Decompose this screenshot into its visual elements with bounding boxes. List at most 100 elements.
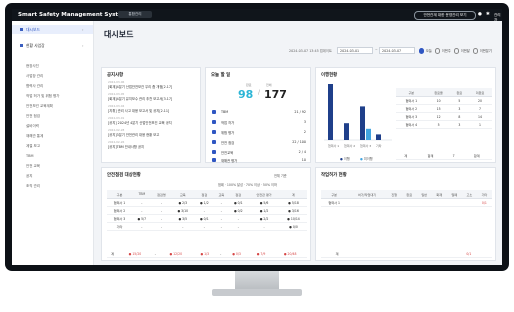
radio-label: 오늘 — [425, 49, 432, 53]
safety-total: 계 ● 15/20- ● 12/20 ● 1/3- ● 0/3 ● 7/9 ● 20/48 — [107, 250, 307, 258]
monitor-stand — [235, 271, 279, 291]
col-header: 구분 — [396, 88, 427, 97]
cell: 기타 — [107, 222, 132, 231]
table-row[interactable]: 협력사 2- - ● 3/10- - ● 0/2 ● 1/2 ● 3/16 — [107, 206, 307, 215]
notice-item[interactable]: 2024-02-28 [공지]3분기 안전관리 대응 현황 보고 — [108, 128, 159, 137]
today-row[interactable]: 안전 점검 22 / 100 — [212, 138, 306, 148]
sidebar-subitem[interactable]: 재해관 통계 — [26, 134, 43, 139]
table-row[interactable]: 협력사 2 15 3 7 — [396, 104, 492, 113]
notice-item[interactable]: 2024-03-06 [회계]4분기 산업안전보건 우리 좀 개정[2.17] — [108, 80, 172, 89]
cell — [366, 250, 380, 258]
date-from-input[interactable]: 2024-03-01 — [337, 47, 373, 54]
sidebar-subitem[interactable]: 현장사진 — [26, 64, 39, 69]
date-separator: ~ — [375, 48, 378, 52]
cell: - — [151, 222, 172, 231]
safety-card: 안전점검 대상현황 전체 기준 범례 · 100% 달성 · 70% 이상 · … — [101, 167, 311, 261]
sidebar-subitem[interactable]: 계절 보고 — [26, 144, 40, 149]
sidebar-subitem[interactable]: 작업 허가 및 위험 평가 — [26, 94, 59, 99]
bar[interactable] — [328, 84, 333, 140]
table-row[interactable]: 협력사 1 10 5 20 — [396, 96, 492, 105]
table-row[interactable]: 기타 - - - - - - - ● 0/0 — [107, 222, 307, 231]
sidebar-subitem[interactable]: 안전 점검 — [26, 114, 40, 119]
cell — [406, 250, 420, 258]
cell: ● 5/6 — [248, 198, 280, 207]
bar[interactable] — [366, 128, 371, 140]
notice-item[interactable]: 2024-03-04 [지휘] 관리 사고 대응 보고서 및 공지[2.11] — [108, 104, 169, 113]
today-row[interactable]: TBM 21 / 92 — [212, 108, 306, 118]
x-tick-label: 협력사 3 — [360, 143, 371, 148]
bar[interactable] — [344, 123, 349, 140]
notice-item[interactable]: 2024-03-05 [회계]4분기 유지보수 관리 추천 보고서[3.17] — [108, 92, 172, 101]
cell: - — [228, 214, 249, 223]
compliance-total: 계 합계 7 합계 — [396, 152, 492, 160]
cell: 협력사 4 — [396, 120, 427, 129]
total-row: 계 합계 7 합계 — [396, 152, 492, 160]
table-row[interactable]: 협력사 4531 — [396, 120, 492, 129]
col-header: 구분 — [321, 190, 348, 199]
bar[interactable] — [376, 134, 381, 140]
sidebar-subitem[interactable]: 공지 — [26, 174, 32, 179]
cell: - — [217, 250, 225, 258]
row-label: 재해관 평가 — [221, 159, 238, 163]
today-row[interactable]: 위험 평가 2 — [212, 128, 306, 138]
row-value: 10 — [301, 158, 306, 162]
notice-item[interactable]: 2024-03-01 [공지] 2024년 4분기 산업안전보건 교육 공지 — [108, 116, 172, 125]
col-header: 교육 — [214, 190, 229, 199]
chart-card: 이행현황 협력사 1 협력사 2 협력사 3 기타 ● 이행 ● 미이행 구분 완료율… — [315, 67, 496, 163]
sidebar-subitem[interactable]: 안전보건 교육계획 — [26, 104, 53, 109]
date-to-input[interactable]: 2024-03-07 — [379, 47, 415, 54]
table-row[interactable]: 협력사 3 ● 5/7- ● 3/5 ● 0/1- - ● 2/2 ● 10/14 — [107, 214, 307, 223]
bar[interactable] — [360, 106, 365, 140]
cell: 협력사 2 — [107, 206, 132, 215]
manual-button[interactable]: 안전관계 대한 운영관리 보기 — [414, 11, 476, 20]
total-count: 177 — [264, 88, 287, 101]
cell: ● 3/16 — [279, 206, 307, 215]
screen: Smart Safety Management System 통합관리 안전관계… — [12, 9, 502, 265]
sidebar-subitem[interactable]: 안전 교육 — [26, 164, 40, 169]
table-row[interactable]: 협력사 3 12 8 14 — [396, 112, 492, 121]
cell: ● 1/2 — [194, 198, 215, 207]
notice-item[interactable]: 2024-02-26 [공지]TBM 안내사항 공지 — [108, 140, 144, 149]
col-header: 밀폐 — [446, 190, 462, 199]
sidebar-subitem[interactable]: 조직 관리 — [26, 184, 40, 189]
cell — [446, 198, 462, 207]
period-month-radio[interactable]: 이번달 — [454, 48, 470, 54]
bell-icon[interactable]: ● — [478, 12, 482, 17]
x-tick-label: 협력사 1 — [328, 143, 339, 148]
col-header: 허가/작업대기 — [347, 190, 387, 199]
sidebar-item-dashboard[interactable]: 대시보드 › — [12, 25, 93, 34]
cell — [401, 198, 417, 207]
settings-icon[interactable]: ✱ — [486, 12, 490, 17]
cell: ● 7/9 — [248, 250, 274, 258]
period-today-radio[interactable]: 오늘 — [419, 48, 432, 54]
cell: - — [214, 198, 229, 207]
inspection-icon — [212, 140, 216, 144]
table-row[interactable]: 협력사 1 0/1 — [321, 198, 492, 207]
top-bar: Smart Safety Management System 통합관리 안전관계… — [12, 9, 502, 22]
notice-text: [공지]3분기 안전관리 대응 현황 보고 — [108, 133, 160, 137]
col-header: TBM — [131, 190, 152, 199]
sidebar-subitem[interactable]: 협력사 관리 — [26, 84, 43, 89]
cell: 12 — [426, 112, 451, 121]
cell: ● 0/1 — [194, 214, 215, 223]
radio-dot-icon — [454, 48, 460, 54]
sidebar-subitem[interactable]: TBM — [26, 154, 34, 158]
period-quarter-radio[interactable]: 이번분기 — [473, 48, 492, 54]
cell: ● 3/5 — [171, 214, 195, 223]
sidebar-item-site[interactable]: 현황 사업장 › — [12, 41, 93, 50]
period-week-radio[interactable]: 이번주 — [435, 48, 451, 54]
legend-done: ● 이행 — [340, 156, 350, 161]
sidebar-subitem[interactable]: 사업장 관리 — [26, 74, 43, 79]
legend-dot-icon: ● — [340, 157, 343, 161]
today-row[interactable]: 재해관 평가 10 — [212, 156, 306, 166]
site-selector[interactable]: 통합관리 — [118, 11, 152, 18]
col-header: 점검 — [228, 190, 249, 199]
cell: 협력사 2 — [396, 104, 427, 113]
safety-filter-select[interactable]: 전체 기준 — [274, 173, 287, 178]
today-row[interactable]: 작업 허가 3 — [212, 118, 306, 128]
sidebar-subitem[interactable]: 설비이력 — [26, 124, 39, 129]
table-row[interactable]: 협력사 1- - ● 2/3 ● 1/2- ● 0/1 ● 5/6 ● 5/18 — [107, 198, 307, 207]
col-header: 기타 — [476, 190, 492, 199]
notice-text: [지휘] 관리 사고 대응 보고서 및 공지[2.11] — [108, 109, 170, 113]
cell: 협력사 1 — [396, 96, 427, 105]
